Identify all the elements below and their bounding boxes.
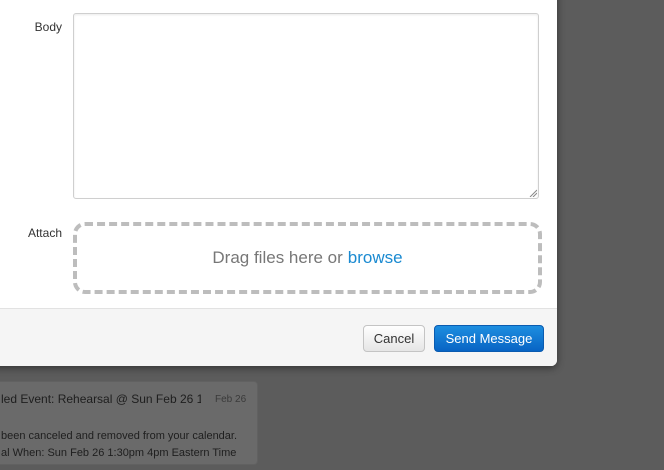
body-label: Body bbox=[34, 20, 62, 34]
background-message-subject: led Event: Rehearsal @ Sun Feb 26 1:30pm bbox=[1, 392, 201, 406]
background-message-card: led Event: Rehearsal @ Sun Feb 26 1:30pm… bbox=[0, 381, 258, 465]
file-drop-zone[interactable]: Drag files here or browse bbox=[73, 222, 542, 294]
send-message-button[interactable]: Send Message bbox=[434, 325, 544, 352]
browse-link[interactable]: browse bbox=[348, 248, 403, 268]
background-message-preview-line: al When: Sun Feb 26 1:30pm 4pm Eastern T… bbox=[1, 447, 237, 459]
cancel-button[interactable]: Cancel bbox=[363, 325, 425, 352]
compose-message-dialog: Body Attach Drag files here or browse Ca… bbox=[0, 0, 557, 366]
background-message-preview-line: been canceled and removed from your cale… bbox=[1, 430, 238, 442]
resize-grip-icon[interactable] bbox=[529, 189, 537, 197]
drop-zone-text: Drag files here or bbox=[212, 248, 343, 267]
dialog-footer: Cancel Send Message bbox=[0, 308, 557, 366]
background-message-date: Feb 26 bbox=[215, 394, 247, 405]
attach-label: Attach bbox=[27, 226, 62, 240]
body-textarea[interactable] bbox=[73, 13, 539, 199]
